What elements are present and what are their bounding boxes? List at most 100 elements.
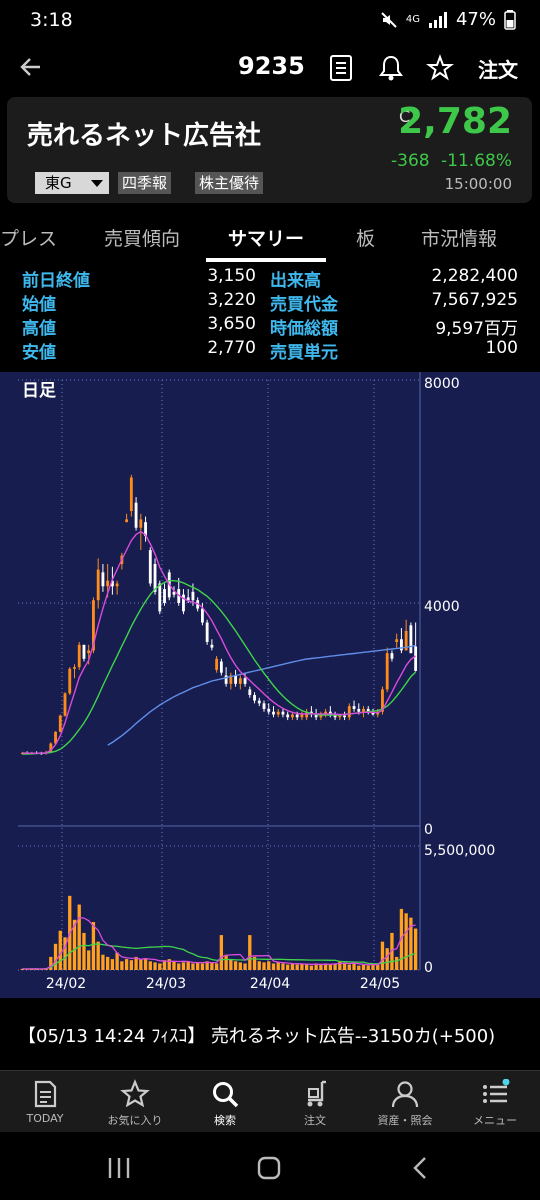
x-tick-label: 24/05: [360, 976, 400, 992]
volume-bar: [124, 959, 129, 970]
volume-bar: [248, 935, 252, 970]
volume-bar: [219, 935, 224, 970]
news-ticker[interactable]: 【05/13 14:24 ﾌｨｽｺ】 売れるネット広告--3150カ(+500): [0, 1000, 540, 1068]
candlestick-chart[interactable]: 日足 8000 4000 0 5,500,000 0 24/02 24/03 24/04 24/0…: [0, 372, 540, 998]
stock-code: 9235: [238, 52, 305, 80]
volume-bar: [177, 963, 181, 970]
back-icon[interactable]: [410, 1156, 430, 1180]
volume-bar: [319, 964, 323, 970]
stat-value: 2,282,400: [431, 266, 518, 286]
ma-short-line: [22, 530, 417, 754]
candle-body: [281, 711, 285, 715]
candle-body: [238, 678, 242, 684]
nav-menu[interactable]: メニュー: [450, 1075, 540, 1133]
status-icons: 4G 47%: [380, 9, 516, 30]
dropdown-arrow-icon: [91, 180, 103, 187]
tab-summary[interactable]: サマリー: [228, 224, 304, 251]
stat-label: 前日終値: [22, 271, 90, 291]
volume-bar: [413, 928, 418, 970]
report-icon[interactable]: [327, 54, 355, 82]
stat-label: 売買代金: [270, 295, 338, 315]
volume-bar: [281, 963, 285, 970]
volume-bar: [77, 904, 81, 970]
volume-bar: [243, 963, 247, 970]
candle-body: [210, 644, 214, 648]
tab-trade-trend[interactable]: 売買傾向: [104, 224, 180, 251]
candle-body: [115, 583, 119, 587]
candle-body: [343, 715, 346, 718]
candle-body: [215, 658, 219, 670]
candle-body: [267, 708, 271, 712]
candle-body: [205, 622, 209, 643]
volume-bar: [271, 963, 276, 970]
back-arrow-icon[interactable]: [16, 52, 46, 82]
ma-long-line: [107, 644, 416, 746]
cart-icon: [307, 1080, 326, 1107]
candle-body: [191, 591, 195, 601]
recent-apps-icon[interactable]: [106, 1156, 132, 1180]
candle-body: [158, 583, 162, 612]
candle-body: [139, 519, 143, 528]
menu-icon: [483, 1079, 510, 1103]
network-label: 4G: [405, 13, 420, 25]
volume-ma-short-line: [22, 916, 416, 970]
nav-label: 検索: [214, 1114, 236, 1127]
nav-favorites[interactable]: お気に入り: [90, 1075, 180, 1133]
nav-assets[interactable]: 資産・照会: [360, 1075, 450, 1133]
price-time: 15:00:00: [444, 175, 512, 193]
volume-tick-label: 0: [424, 960, 433, 976]
market-label: 東G: [45, 174, 72, 192]
volume-bar: [361, 964, 366, 970]
summary-row: 高値 3,650 時価総額 9,597百万: [0, 314, 540, 339]
tab-board[interactable]: 板: [356, 224, 375, 251]
volume-bar: [267, 961, 271, 970]
volume-bar: [153, 962, 157, 970]
star-icon[interactable]: [426, 54, 454, 82]
candle-body: [163, 589, 166, 603]
x-tick-label: 24/02: [46, 976, 86, 992]
bell-icon[interactable]: [377, 54, 405, 82]
chart-title: 日足: [22, 381, 56, 401]
volume-bar: [304, 964, 309, 970]
tab-bar: プレス 売買傾向 サマリー 板 市況情報: [0, 214, 540, 262]
candle-body: [399, 639, 403, 651]
nav-search[interactable]: 検索: [180, 1075, 270, 1133]
candle-body: [291, 714, 294, 718]
candle-body: [276, 711, 280, 715]
market-select[interactable]: 東G: [35, 172, 109, 194]
shikiho-button[interactable]: 四季報: [118, 172, 172, 194]
status-bar: 3:18 4G 47%: [0, 0, 540, 40]
system-nav-bar: [0, 1134, 540, 1200]
signal-icon: [428, 11, 447, 28]
volume-bar: [357, 965, 361, 970]
stat-value: 7,567,925: [431, 290, 518, 310]
tab-press[interactable]: プレス: [0, 224, 57, 251]
nav-label: 資産・照会: [377, 1114, 433, 1127]
volume-bar: [82, 932, 86, 970]
volume-tick-label: 5,500,000: [424, 843, 495, 859]
volume-bar: [200, 963, 205, 970]
volume-bar: [238, 962, 242, 970]
volume-bar: [352, 963, 356, 970]
person-icon: [391, 1081, 419, 1108]
stat-value: 3,650: [207, 314, 256, 334]
candle-body: [73, 667, 76, 669]
nav-label: TODAY: [26, 1112, 64, 1125]
news-icon: [34, 1080, 57, 1108]
summary-row: 始値 3,220 売買代金 7,567,925: [0, 290, 540, 315]
nav-order[interactable]: 注文: [270, 1075, 360, 1133]
nav-today[interactable]: TODAY: [0, 1075, 90, 1133]
order-button[interactable]: 注文: [478, 54, 518, 83]
tab-market-info[interactable]: 市況情報: [421, 224, 497, 251]
volume-bar: [196, 962, 200, 970]
star-icon: [120, 1079, 150, 1108]
volume-bar: [328, 964, 333, 970]
active-tab-indicator: [206, 258, 326, 262]
volume-bar: [257, 961, 261, 970]
candle-body: [300, 714, 304, 718]
home-icon[interactable]: [257, 1156, 281, 1180]
volume-bar: [224, 954, 228, 970]
news-headline[interactable]: 【05/13 14:24 ﾌｨｽｺ】 売れるネット広告--3150カ(+500): [18, 1022, 495, 1048]
stock-name: 売れるネット広告社: [27, 121, 262, 151]
yutai-button[interactable]: 株主優待: [195, 172, 264, 194]
